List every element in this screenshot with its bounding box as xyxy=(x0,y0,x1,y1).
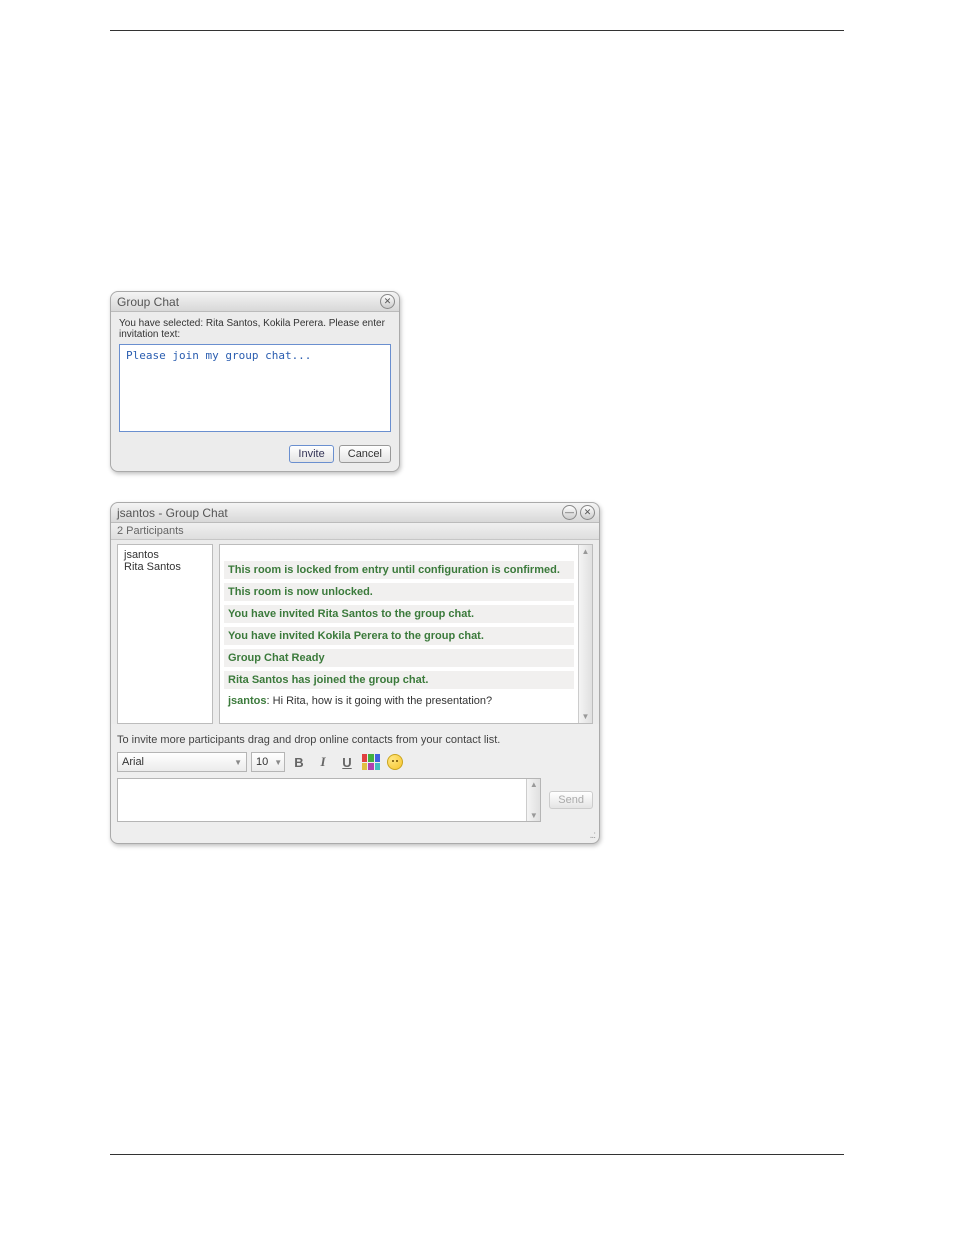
format-toolbar: Arial ▼ 10 ▼ B I U xyxy=(111,752,599,778)
send-button[interactable]: Send xyxy=(549,791,593,809)
invite-dialog-titlebar[interactable]: Group Chat ✕ xyxy=(111,292,399,312)
compose-scrollbar[interactable]: ▲ ▼ xyxy=(526,779,540,821)
smiley-icon xyxy=(387,754,403,770)
chat-window-title: jsantos - Group Chat xyxy=(117,506,559,520)
minimize-icon[interactable]: — xyxy=(562,505,577,520)
text-color-button[interactable] xyxy=(361,752,381,772)
chat-message: jsantos: Hi Rita, how is it going with t… xyxy=(224,693,574,709)
resize-grip-icon[interactable]: ..: xyxy=(111,828,599,843)
list-item[interactable]: Rita Santos xyxy=(124,561,206,573)
system-message: This room is locked from entry until con… xyxy=(224,561,574,579)
transcript-scrollbar[interactable]: ▲ ▼ xyxy=(578,545,592,723)
cancel-button[interactable]: Cancel xyxy=(339,445,391,463)
invitation-text-input[interactable] xyxy=(119,344,391,432)
close-icon[interactable]: ✕ xyxy=(580,505,595,520)
system-message: You have invited Kokila Perera to the gr… xyxy=(224,627,574,645)
transcript-pane: This room is locked from entry until con… xyxy=(219,544,593,724)
close-icon[interactable]: ✕ xyxy=(380,294,395,309)
scroll-down-icon[interactable]: ▼ xyxy=(530,811,538,820)
invite-dialog-title: Group Chat xyxy=(117,295,377,309)
scroll-up-icon[interactable]: ▲ xyxy=(582,547,590,556)
emoji-button[interactable] xyxy=(385,752,405,772)
list-item[interactable]: jsantos xyxy=(124,549,206,561)
message-input[interactable] xyxy=(118,779,526,821)
italic-button[interactable]: I xyxy=(313,752,333,772)
scroll-down-icon[interactable]: ▼ xyxy=(582,712,590,721)
color-swatch-icon xyxy=(362,754,380,770)
invite-button[interactable]: Invite xyxy=(289,445,333,463)
invite-hint-text: To invite more participants drag and dro… xyxy=(111,724,599,752)
invite-dialog-window: Group Chat ✕ You have selected: Rita San… xyxy=(110,291,400,472)
font-family-select[interactable]: Arial ▼ xyxy=(117,752,247,772)
chevron-down-icon: ▼ xyxy=(274,758,282,767)
bottom-rule xyxy=(110,1154,844,1155)
group-chat-window: jsantos - Group Chat — ✕ 2 Participants … xyxy=(110,502,600,844)
chat-window-titlebar[interactable]: jsantos - Group Chat — ✕ xyxy=(111,503,599,523)
chevron-down-icon: ▼ xyxy=(234,758,242,767)
transcript-scroll-area[interactable]: This room is locked from entry until con… xyxy=(220,545,578,723)
font-size-select[interactable]: 10 ▼ xyxy=(251,752,285,772)
system-message: Rita Santos has joined the group chat. xyxy=(224,671,574,689)
system-message: You have invited Rita Santos to the grou… xyxy=(224,605,574,623)
chat-message-text: Hi Rita, how is it going with the presen… xyxy=(273,695,493,707)
system-message: Group Chat Ready xyxy=(224,649,574,667)
font-size-value: 10 xyxy=(256,756,268,768)
participant-count-bar: 2 Participants xyxy=(111,523,599,540)
scroll-up-icon[interactable]: ▲ xyxy=(530,780,538,789)
invite-selected-text: You have selected: Rita Santos, Kokila P… xyxy=(119,318,391,340)
system-message: This room is now unlocked. xyxy=(224,583,574,601)
bold-button[interactable]: B xyxy=(289,752,309,772)
underline-button[interactable]: U xyxy=(337,752,357,772)
chat-message-sender: jsantos xyxy=(228,695,267,707)
participants-list[interactable]: jsantos Rita Santos xyxy=(117,544,213,724)
font-family-value: Arial xyxy=(122,756,144,768)
compose-area: ▲ ▼ xyxy=(117,778,541,822)
